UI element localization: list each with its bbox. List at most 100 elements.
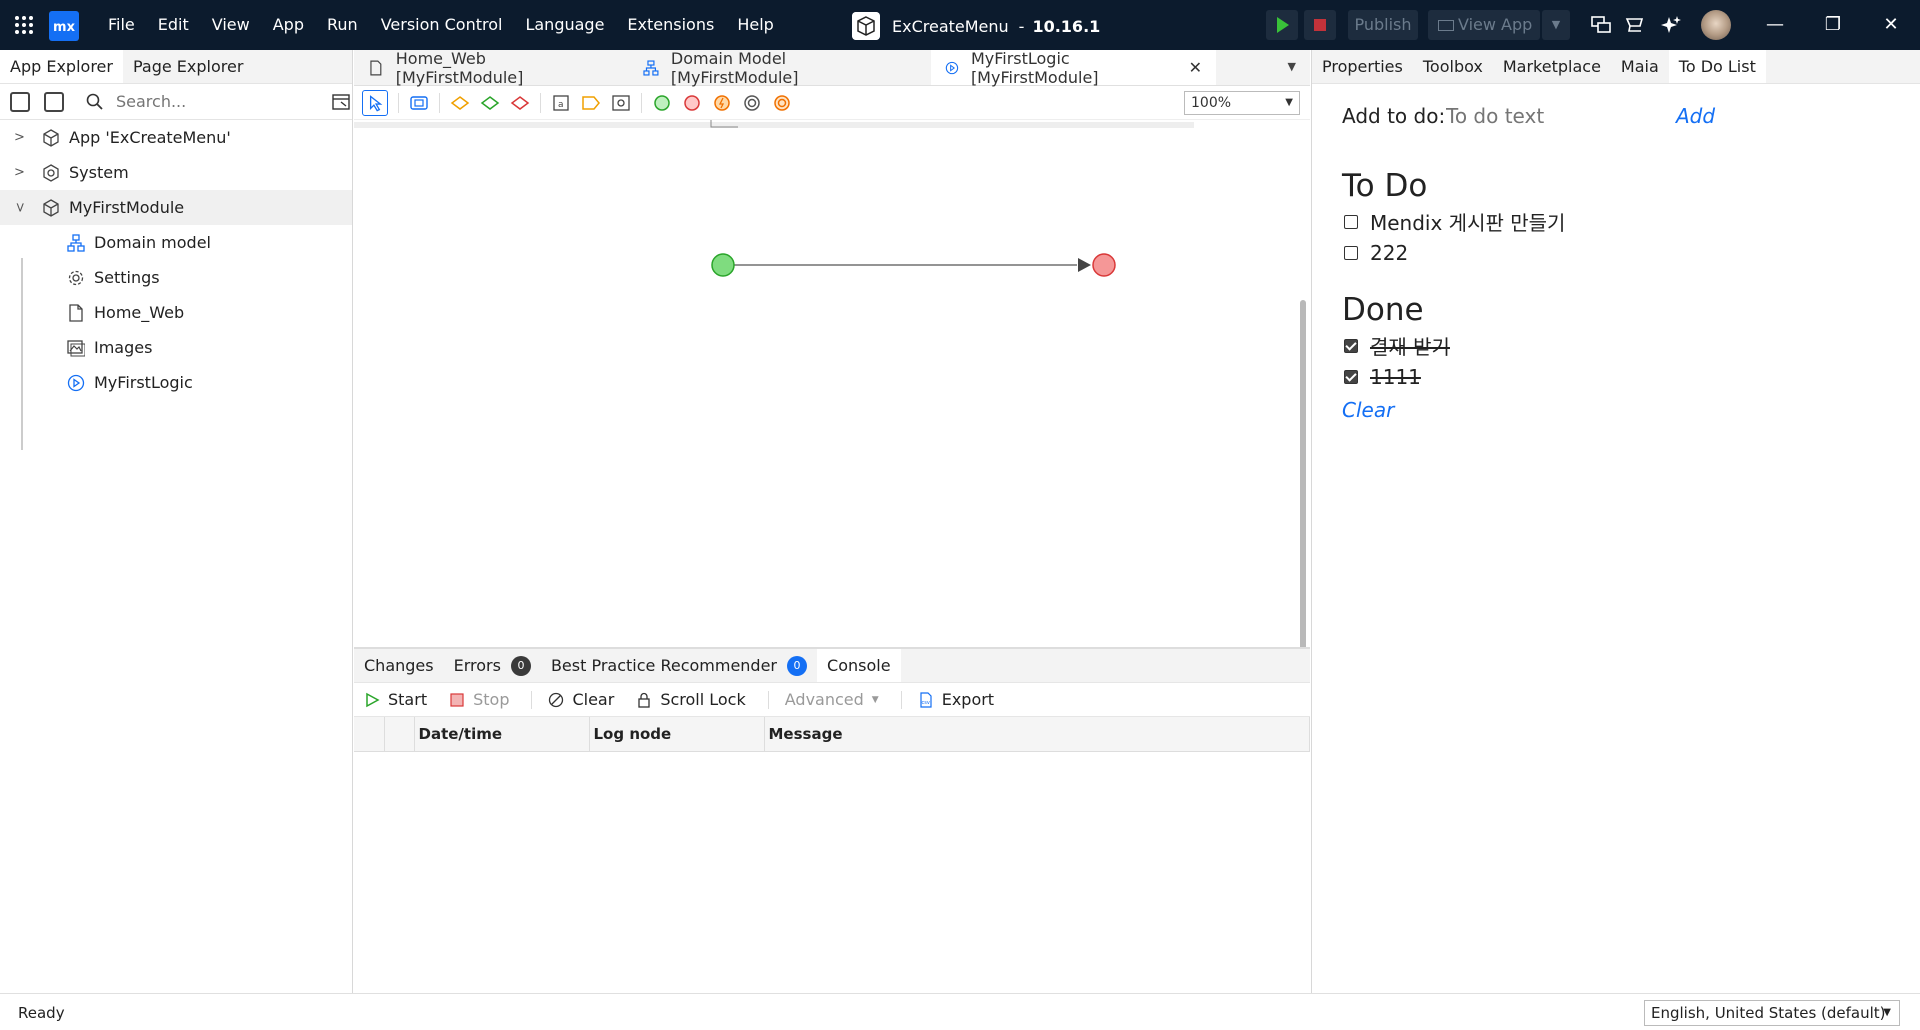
menu-version-control[interactable]: Version Control <box>381 0 503 50</box>
search-input[interactable] <box>116 92 316 111</box>
app-grid-icon[interactable] <box>14 15 34 35</box>
tree-item-settings[interactable]: Settings <box>0 260 352 295</box>
tab-myfirstlogic[interactable]: MyFirstLogic [MyFirstModule] ✕ <box>931 49 1216 87</box>
done-checkbox[interactable] <box>1344 369 1358 384</box>
stop-button[interactable] <box>1304 10 1336 40</box>
done-checkbox[interactable] <box>1344 338 1358 353</box>
expand-all-icon[interactable] <box>44 91 64 112</box>
svg-text:csv: csv <box>921 700 929 706</box>
avatar[interactable] <box>1701 10 1731 40</box>
menu-edit[interactable]: Edit <box>158 0 189 50</box>
loop-tool-icon[interactable]: a <box>551 93 571 113</box>
tab-app-explorer[interactable]: App Explorer <box>0 50 123 83</box>
view-app-button[interactable]: View App <box>1428 10 1540 40</box>
tab-home-web[interactable]: Home_Web [MyFirstModule] <box>354 49 629 87</box>
end-event[interactable] <box>1092 253 1116 277</box>
tree-item-system[interactable]: > System <box>0 155 352 190</box>
decision-tool-icon[interactable] <box>450 93 470 113</box>
break-event-tool-icon[interactable] <box>772 93 792 113</box>
start-button[interactable]: Start <box>364 690 427 709</box>
export-button[interactable]: csv Export <box>918 690 994 709</box>
tree-item-app[interactable]: > App 'ExCreateMenu' <box>0 120 352 155</box>
tab-domain-model[interactable]: Domain Model [MyFirstModule] <box>629 49 931 87</box>
tab-properties[interactable]: Properties <box>1312 50 1413 83</box>
tabs-overflow-icon[interactable]: ▼ <box>1288 60 1296 73</box>
tree-item-module[interactable]: > MyFirstModule <box>0 190 352 225</box>
tab-maia[interactable]: Maia <box>1611 50 1669 83</box>
cube-icon <box>852 12 880 40</box>
done-heading: Done <box>1342 292 1424 328</box>
merge-tool-icon[interactable] <box>480 93 500 113</box>
chevron-down-icon[interactable]: > <box>2 202 37 213</box>
pointer-tool-icon[interactable] <box>362 89 388 116</box>
system-module-icon <box>43 164 59 182</box>
close-tab-icon[interactable]: ✕ <box>1189 58 1202 77</box>
microflow-canvas[interactable] <box>354 114 1299 690</box>
tab-toolbox[interactable]: Toolbox <box>1413 50 1493 83</box>
explorer-toolbar <box>0 84 352 120</box>
start-event[interactable] <box>711 253 735 277</box>
menu-run[interactable]: Run <box>327 0 358 50</box>
run-button[interactable] <box>1266 10 1298 40</box>
tab-console[interactable]: Console <box>817 649 901 682</box>
object-type-decision-tool-icon[interactable] <box>510 93 530 113</box>
close-window-icon[interactable]: ✕ <box>1868 0 1914 50</box>
todo-checkbox[interactable] <box>1344 214 1358 229</box>
scroll-lock-button[interactable]: Scroll Lock <box>636 690 746 709</box>
menu-extensions[interactable]: Extensions <box>627 0 714 50</box>
maia-sparkle-icon[interactable] <box>1660 14 1682 36</box>
publish-button[interactable]: Publish <box>1348 10 1418 40</box>
marketplace-icon[interactable] <box>1624 14 1646 36</box>
header-datetime[interactable]: Date/time <box>414 717 590 752</box>
todo-checkbox[interactable] <box>1344 245 1358 260</box>
restore-icon[interactable]: ❐ <box>1810 0 1856 50</box>
view-app-dropdown[interactable]: ▼ <box>1542 10 1570 40</box>
menu-app[interactable]: App <box>273 0 304 50</box>
zoom-value: 100% <box>1191 95 1232 111</box>
end-event-tool-icon[interactable] <box>682 93 702 113</box>
filter-icon[interactable] <box>331 92 351 112</box>
start-event-tool-icon[interactable] <box>652 93 672 113</box>
tree-item-myfirstlogic[interactable]: MyFirstLogic <box>0 365 352 400</box>
status-bar: Ready English, United States (default) ▼ <box>0 993 1920 1030</box>
advanced-dropdown[interactable]: Advanced ▼ <box>785 690 879 709</box>
title-separator: - <box>1018 16 1025 36</box>
menu-help[interactable]: Help <box>737 0 773 50</box>
tree-item-images[interactable]: Images <box>0 330 352 365</box>
feedback-icon[interactable] <box>1590 14 1612 36</box>
menu-view[interactable]: View <box>212 0 250 50</box>
tab-changes[interactable]: Changes <box>354 649 444 682</box>
language-select[interactable]: English, United States (default) ▼ <box>1644 1000 1900 1026</box>
header-message[interactable]: Message <box>764 717 1310 752</box>
error-event-tool-icon[interactable] <box>712 93 732 113</box>
chevron-right-icon[interactable]: > <box>14 155 25 190</box>
clear-console-button[interactable]: Clear <box>548 690 614 709</box>
activity-tool-icon[interactable] <box>409 93 429 113</box>
chevron-right-icon[interactable]: > <box>14 120 25 155</box>
todo-text-input[interactable] <box>1446 104 1646 128</box>
header-log-node[interactable]: Log node <box>589 717 765 752</box>
tab-marketplace[interactable]: Marketplace <box>1493 50 1611 83</box>
todo-item-label: Mendix 게시판 만들기 <box>1370 211 1566 235</box>
tab-errors[interactable]: Errors 0 <box>444 649 541 682</box>
svg-text:a: a <box>558 100 564 110</box>
annotation-tool-icon[interactable] <box>581 93 601 113</box>
menu-language[interactable]: Language <box>525 0 604 50</box>
zoom-select[interactable]: 100% ▼ <box>1184 91 1300 115</box>
tab-todo-list[interactable]: To Do List <box>1668 50 1766 83</box>
clear-done-button[interactable]: Clear <box>1342 398 1762 422</box>
add-todo-button[interactable]: Add <box>1676 84 1715 148</box>
tree-item-domain-model[interactable]: Domain model <box>0 225 352 260</box>
tab-best-practice[interactable]: Best Practice Recommender 0 <box>541 649 817 682</box>
parameter-tool-icon[interactable] <box>611 93 631 113</box>
continue-event-tool-icon[interactable] <box>742 93 762 113</box>
collapse-all-icon[interactable] <box>10 91 30 112</box>
tree-label-system: System <box>69 163 129 182</box>
vertical-scrollbar[interactable] <box>1300 300 1306 690</box>
menu-file[interactable]: File <box>108 0 135 50</box>
tab-page-explorer[interactable]: Page Explorer <box>123 50 253 83</box>
stop-console-button[interactable]: Stop <box>449 690 509 709</box>
minimize-icon[interactable]: — <box>1752 0 1798 50</box>
done-item: 1111 <box>1342 361 1762 392</box>
tree-item-home-web[interactable]: Home_Web <box>0 295 352 330</box>
